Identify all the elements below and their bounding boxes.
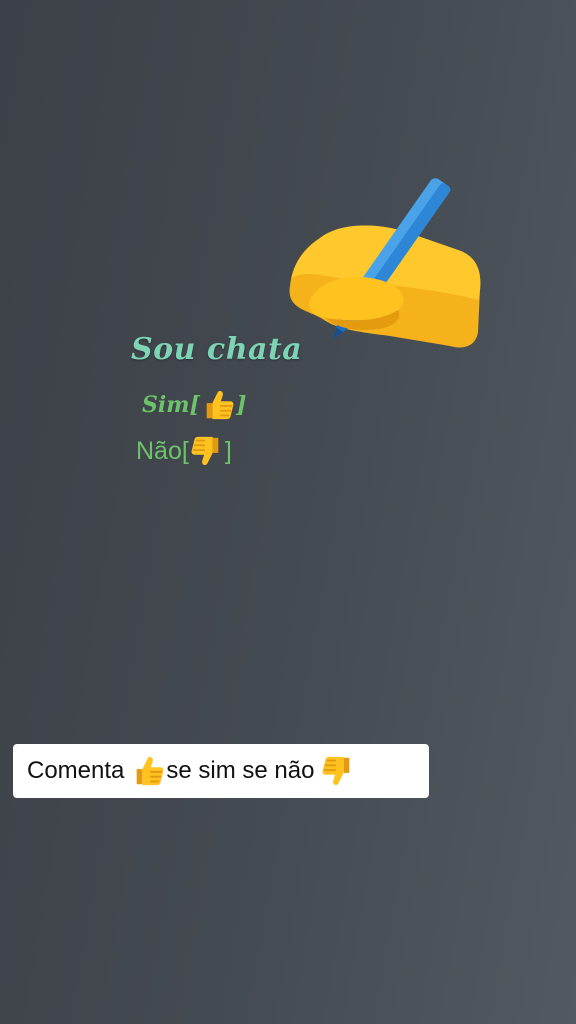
- caption-bar: Comenta se sim se não: [13, 744, 429, 798]
- thumbs-up-icon: [131, 754, 165, 788]
- option-label: Não: [136, 436, 182, 465]
- thumbs-down-icon: [321, 754, 355, 788]
- option-nao: Não [ ]: [136, 434, 232, 468]
- caption-text-question: se sim se não: [166, 757, 315, 784]
- bracket-open: [: [181, 436, 189, 465]
- page-title: Sou chata: [131, 332, 303, 367]
- bracket-close: ]: [235, 392, 247, 418]
- caption-text-comenta: Comenta: [27, 757, 125, 784]
- bracket-close: ]: [224, 436, 232, 465]
- thumbs-down-icon: [190, 434, 224, 468]
- thumbs-up-icon: [201, 388, 235, 422]
- option-label: Sim: [142, 392, 190, 418]
- bracket-open: [: [189, 392, 200, 418]
- option-sim: Sim [ ]: [142, 388, 246, 422]
- writing-hand-icon: [280, 160, 490, 370]
